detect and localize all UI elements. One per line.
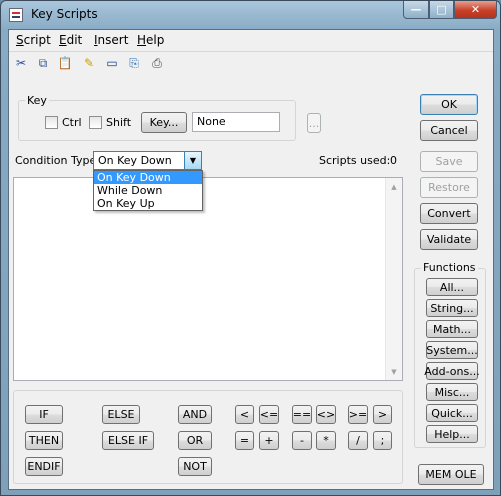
key-value-field[interactable]: None	[192, 112, 280, 132]
ok-button[interactable]: OK	[420, 94, 478, 115]
cut-icon[interactable]: ✂	[13, 55, 29, 71]
shift-label: Shift	[106, 116, 132, 129]
maximize-icon: □	[436, 3, 447, 16]
condition-type-label: Condition Type:	[15, 154, 100, 167]
op-semicolon-button[interactable]: ;	[373, 431, 392, 450]
op-and-button[interactable]: AND	[178, 405, 212, 424]
op-plus-button[interactable]: +	[259, 431, 279, 450]
op-lt-button[interactable]: <	[235, 405, 254, 424]
op-assign-button[interactable]: =	[235, 431, 254, 450]
minimize-icon: —	[410, 3, 422, 16]
op-not-button[interactable]: NOT	[178, 457, 212, 476]
condition-type-select[interactable]: On Key Down ▼	[93, 151, 202, 170]
menu-help[interactable]: Help	[137, 33, 164, 47]
op-ne-button[interactable]: <>	[316, 405, 336, 424]
condition-option-on-key-up[interactable]: On Key Up	[94, 197, 202, 210]
minimize-button[interactable]: —	[403, 1, 429, 19]
tag-icon[interactable]: ⎘	[126, 55, 142, 71]
highlight-icon[interactable]: ✎	[81, 55, 97, 71]
script-editor[interactable]: ▲ ▼	[13, 177, 403, 381]
close-icon: ✕	[470, 3, 481, 16]
menu-script[interactable]: Script	[16, 33, 51, 47]
scroll-down-icon[interactable]: ▼	[386, 363, 402, 380]
key-group-legend: Key	[25, 94, 49, 107]
condition-type-value: On Key Down	[98, 154, 172, 167]
cancel-button[interactable]: Cancel	[420, 120, 478, 141]
functions-quick-button[interactable]: Quick...	[426, 404, 478, 422]
chevron-down-icon[interactable]: ▼	[184, 152, 201, 169]
window-icon[interactable]: ▭	[104, 55, 120, 71]
functions-misc-button[interactable]: Misc...	[426, 383, 478, 401]
copy-icon[interactable]: ⧉	[35, 55, 51, 71]
menu-bar: Script Edit Insert Help	[9, 30, 493, 50]
op-endif-button[interactable]: ENDIF	[25, 457, 63, 476]
restore-button[interactable]: Restore	[420, 177, 478, 198]
title-bar[interactable]: Key Scripts — □ ✕	[1, 1, 500, 29]
op-divide-button[interactable]: /	[348, 431, 368, 450]
ctrl-label: Ctrl	[62, 116, 82, 129]
functions-all-button[interactable]: All...	[426, 278, 478, 296]
op-minus-button[interactable]: -	[292, 431, 312, 450]
scripts-used-label: Scripts used:	[319, 154, 391, 167]
functions-system-button[interactable]: System...	[426, 341, 478, 359]
op-if-button[interactable]: IF	[25, 405, 63, 424]
save-button[interactable]: Save	[420, 151, 478, 172]
close-button[interactable]: ✕	[454, 1, 497, 19]
toolbar: ✂ ⧉ 📋 ✎ ▭ ⎘ ⎙	[9, 51, 493, 76]
condition-option-on-key-down[interactable]: On Key Down	[94, 171, 202, 184]
op-multiply-button[interactable]: *	[316, 431, 336, 450]
menu-insert[interactable]: Insert	[94, 33, 128, 47]
validate-button[interactable]: Validate	[420, 229, 478, 250]
scroll-up-icon[interactable]: ▲	[386, 178, 402, 195]
menu-edit[interactable]: Edit	[59, 33, 82, 47]
op-gt-button[interactable]: >	[373, 405, 392, 424]
functions-help-button[interactable]: Help...	[426, 425, 478, 443]
maximize-button[interactable]: □	[429, 1, 454, 19]
functions-addons-button[interactable]: Add-ons...	[424, 362, 480, 380]
editor-scrollbar[interactable]: ▲ ▼	[385, 178, 402, 380]
paste-icon[interactable]: 📋	[57, 55, 73, 71]
dialog-client: Script Edit Insert Help ✂ ⧉ 📋 ✎ ▭ ⎘ ⎙ Ke…	[8, 29, 494, 490]
op-le-button[interactable]: <=	[259, 405, 279, 424]
op-else-button[interactable]: ELSE	[102, 405, 140, 424]
key-scripts-window: Key Scripts — □ ✕ Script Edit Insert Hel…	[0, 0, 501, 496]
key-button[interactable]: Key...	[141, 112, 187, 133]
condition-type-dropdown: On Key Down While Down On Key Up	[93, 170, 203, 211]
convert-button[interactable]: Convert	[420, 203, 478, 224]
shift-checkbox[interactable]	[89, 116, 102, 129]
condition-option-while-down[interactable]: While Down	[94, 184, 202, 197]
scripts-used-count: 0	[390, 154, 397, 167]
mem-ole-button[interactable]: MEM OLE	[418, 464, 484, 485]
window-title: Key Scripts	[31, 7, 98, 21]
op-ge-button[interactable]: >=	[348, 405, 368, 424]
key-browse-button[interactable]: ...	[307, 113, 321, 133]
op-eq-button[interactable]: ==	[292, 405, 312, 424]
op-or-button[interactable]: OR	[178, 431, 212, 450]
functions-string-button[interactable]: String...	[426, 299, 478, 317]
functions-legend: Functions	[421, 261, 478, 274]
ctrl-checkbox[interactable]	[45, 116, 58, 129]
app-icon	[9, 8, 23, 22]
functions-math-button[interactable]: Math...	[426, 320, 478, 338]
op-else-if-button[interactable]: ELSE IF	[102, 431, 154, 450]
op-then-button[interactable]: THEN	[25, 431, 63, 450]
print-icon[interactable]: ⎙	[149, 55, 165, 71]
